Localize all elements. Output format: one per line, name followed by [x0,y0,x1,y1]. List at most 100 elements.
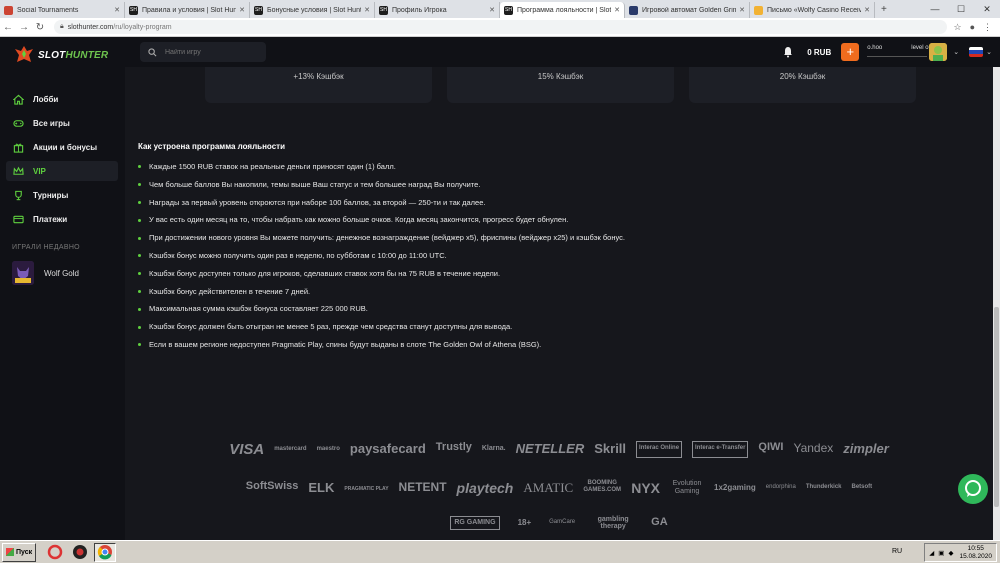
site-logo[interactable]: SLOTHUNTER [14,45,108,65]
security-icon[interactable]: ◆ [948,549,953,557]
taskbar-app-chrome[interactable] [94,542,116,562]
mail-favicon-icon [754,5,763,15]
tab-title: Программа лояльности | Slot Hunter [517,6,612,14]
input-language[interactable]: RU [892,548,902,555]
booming-games-logo: BOOMING GAMES.COM [583,480,622,493]
level-progress-bar [867,56,928,57]
url-host: slothunter.com [67,23,114,31]
close-window-icon[interactable]: ✕ [974,0,1000,18]
nyx-logo: NYX [631,480,660,496]
list-item: При достижении нового уровня Вы можете п… [138,229,978,247]
game-search[interactable] [140,42,266,62]
close-tab-icon[interactable]: ✕ [114,6,120,14]
close-tab-icon[interactable]: ✕ [614,6,620,14]
visa-logo: VISA [229,441,265,458]
interac-etransfer-logo: Interac e-Transfer [692,441,749,458]
browser-tab[interactable]: Игровой автомат Golden Grimoire ✕ [625,2,750,18]
browser-tab-active[interactable]: SH Программа лояльности | Slot Hunter ✕ [500,2,625,18]
tab-title: Бонусные условия | Slot Hunter [267,6,362,14]
sidebar-item-all-games[interactable]: Все игры [6,113,118,133]
profile-icon[interactable]: ● [970,22,975,33]
scrollbar-thumb[interactable] [994,307,999,507]
lock-icon: 🔒︎ [60,23,64,30]
chat-bubble-icon [965,480,981,497]
gift-icon [13,143,24,153]
maximize-icon[interactable]: ☐ [948,0,974,18]
browser-tab[interactable]: Social Tournaments ✕ [0,2,125,18]
user-menu[interactable]: o.hoo level o [867,43,948,61]
tab-title: Social Tournaments [17,6,79,14]
avatar-icon [929,43,948,61]
minimize-icon[interactable]: — [922,0,948,18]
close-tab-icon[interactable]: ✕ [489,6,495,14]
browser-tab[interactable]: SH Правила и условия | Slot Hunter ✕ [125,2,250,18]
slothunter-favicon-icon: SH [129,5,138,15]
browser-tab[interactable]: SH Профиль Игрока ✕ [375,2,500,18]
qiwi-logo: QIWI [758,441,784,453]
provider-logos-row: SoftSwiss ELK PRAGMATIC PLAY NETENT play… [125,480,993,496]
zimpler-logo: zimpler [843,441,889,456]
skrill-logo: Skrill [594,441,627,456]
start-label: Пуск [16,548,33,556]
neteller-logo: NETELLER [515,441,585,456]
close-tab-icon[interactable]: ✕ [864,6,870,14]
sidebar-item-tournaments[interactable]: Турниры [6,185,118,205]
deposit-button[interactable]: + [841,43,860,61]
language-chevron-icon[interactable]: ⌄ [986,48,992,56]
sidebar-item-lobby[interactable]: Лобби [6,89,118,109]
taskbar-app[interactable] [44,543,66,562]
clock[interactable]: 10:55 15.08.2020 [959,545,992,561]
close-tab-icon[interactable]: ✕ [239,6,245,14]
maestro-logo: maestro [316,446,340,452]
browser-tab[interactable]: SH Бонусные условия | Slot Hunter ✕ [250,2,375,18]
recent-game-title: Wolf Gold [44,268,79,278]
bullet-icon [138,307,141,311]
sidebar-item-vip[interactable]: VIP [6,161,118,181]
new-tab-icon[interactable]: + [881,2,887,18]
search-input[interactable] [165,48,265,56]
sidebar-item-promotions[interactable]: Акции и бонусы [6,137,118,157]
rule-text: Каждые 1500 RUB ставок на реальные деньг… [149,162,396,171]
hunter-mask-icon [15,46,33,62]
live-chat-button[interactable] [958,474,988,504]
volume-icon[interactable]: ◢ [929,549,934,557]
bullet-icon [138,200,141,204]
recent-game-item[interactable]: Wolf Gold [12,261,79,285]
username: o.hoo [867,45,883,51]
bookmark-star-icon[interactable]: ☆ [953,22,961,33]
sidebar-item-label: Платежи [33,214,68,224]
chevron-down-icon[interactable]: ⌄ [953,48,959,56]
url-field[interactable]: 🔒︎ slothunter.com/ru/loyalty-program [54,20,948,34]
paysafecard-logo: paysafecard [349,441,426,456]
sidebar-item-payments[interactable]: Платежи [6,209,118,229]
elk-logo: ELK [308,480,335,495]
sidebar-item-label: Акции и бонусы [33,142,98,152]
browser-tab-strip: Social Tournaments ✕ SH Правила и услови… [0,0,1000,18]
recently-played-title: ИГРАЛИ НЕДАВНО [12,244,80,251]
page-scrollbar[interactable] [993,67,1000,540]
browser-tab[interactable]: Письмо «Wolfy Casino Received ✕ [750,2,875,18]
balance-display[interactable]: 0 RUB [807,48,831,57]
forward-icon[interactable]: → [16,22,32,33]
amatic-logo: AMATIC [523,480,574,495]
list-item: Кэшбэк бонус должен быть отыгран не мене… [138,318,978,336]
list-item: У вас есть один месяц на то, чтобы набра… [138,211,978,229]
russian-flag-icon[interactable] [969,47,984,57]
bullet-icon [138,236,141,240]
list-item: Кэшбэк бонус действителен в течение 7 дн… [138,283,978,301]
close-tab-icon[interactable]: ✕ [364,6,370,14]
social-tournaments-favicon-icon [4,5,13,15]
back-icon[interactable]: ← [0,22,16,33]
rule-text: Кэшбэк бонус доступен только для игроков… [149,268,501,278]
bell-icon[interactable] [781,46,795,58]
avatar [929,43,948,61]
logo-primary: SLOT [38,49,66,61]
menu-icon[interactable]: ⋮ [983,22,992,33]
network-icon[interactable]: ▣ [938,549,944,557]
close-tab-icon[interactable]: ✕ [739,6,745,14]
taskbar-app[interactable] [69,543,91,562]
url-path: /ru/loyalty-program [113,23,172,31]
gamepad-icon [13,119,24,127]
start-button[interactable]: Пуск [2,542,36,562]
reload-icon[interactable]: ↻ [32,22,48,33]
